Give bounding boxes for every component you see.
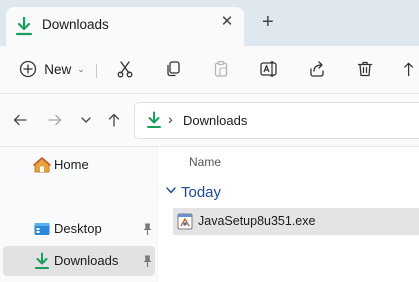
chevron-down-icon: ⌄ (77, 63, 85, 74)
plus-circle-icon (20, 60, 37, 78)
delete-button[interactable] (352, 55, 378, 83)
tab-downloads[interactable]: Downloads ✕ (6, 7, 244, 46)
sidebar-item-label: Downloads (54, 253, 119, 268)
breadcrumb-downloads[interactable]: Downloads (183, 113, 247, 128)
cut-button[interactable] (112, 55, 138, 83)
sidebar-item-downloads[interactable]: Downloads (3, 246, 155, 276)
chevron-down-icon (81, 117, 91, 123)
sidebar-item-desktop[interactable]: Desktop (3, 214, 155, 244)
copy-icon (167, 61, 180, 77)
toolbar-divider (96, 64, 97, 78)
command-toolbar: New ⌄ (0, 46, 419, 94)
paste-icon (214, 60, 228, 77)
forward-arrow-icon (48, 114, 62, 126)
sort-icon (404, 62, 414, 77)
new-tab-button[interactable]: + (262, 12, 274, 32)
navigation-bar: › Downloads (0, 94, 419, 147)
sidebar-item-home[interactable]: Home (3, 150, 155, 180)
breadcrumb-separator[interactable]: › (168, 111, 173, 127)
navigation-pane: Home Desktop Downloads (0, 147, 157, 282)
home-icon (33, 157, 51, 173)
back-button[interactable] (10, 110, 30, 130)
download-arrow-icon (15, 16, 33, 36)
download-arrow-icon (35, 252, 49, 269)
up-arrow-icon (108, 113, 120, 127)
file-list: Name Today JavaSetup8u351.exe (158, 147, 419, 282)
group-collapse-chevron-icon[interactable] (165, 184, 177, 196)
pin-icon[interactable] (141, 254, 153, 268)
share-button[interactable] (304, 55, 330, 83)
tab-title: Downloads (42, 17, 109, 32)
rename-icon (260, 61, 277, 77)
cut-icon (117, 61, 133, 78)
file-row[interactable]: JavaSetup8u351.exe (173, 208, 419, 235)
copy-button[interactable] (160, 55, 186, 83)
delete-icon (357, 61, 373, 77)
back-arrow-icon (13, 114, 27, 126)
up-button[interactable] (104, 110, 124, 130)
download-arrow-icon (147, 111, 161, 128)
sort-button[interactable] (402, 55, 419, 83)
desktop-folder-icon (34, 223, 50, 235)
sidebar-item-label: Home (54, 157, 89, 172)
share-icon (310, 61, 324, 77)
address-bar[interactable]: › Downloads (134, 102, 419, 139)
installer-file-icon (177, 213, 193, 230)
forward-button[interactable] (45, 110, 65, 130)
group-header-today[interactable]: Today (181, 184, 221, 201)
title-bar: Downloads ✕ + (0, 0, 419, 46)
close-tab-icon[interactable]: ✕ (220, 14, 234, 29)
new-button[interactable]: New ⌄ (14, 55, 90, 83)
new-button-label: New (44, 61, 72, 77)
file-name: JavaSetup8u351.exe (198, 214, 316, 228)
pin-icon[interactable] (141, 222, 153, 236)
sidebar-item-label: Desktop (54, 221, 102, 236)
rename-button[interactable] (256, 55, 282, 83)
recent-locations-button[interactable] (76, 110, 96, 130)
paste-button[interactable] (208, 55, 234, 83)
column-header-name[interactable]: Name (189, 155, 221, 169)
